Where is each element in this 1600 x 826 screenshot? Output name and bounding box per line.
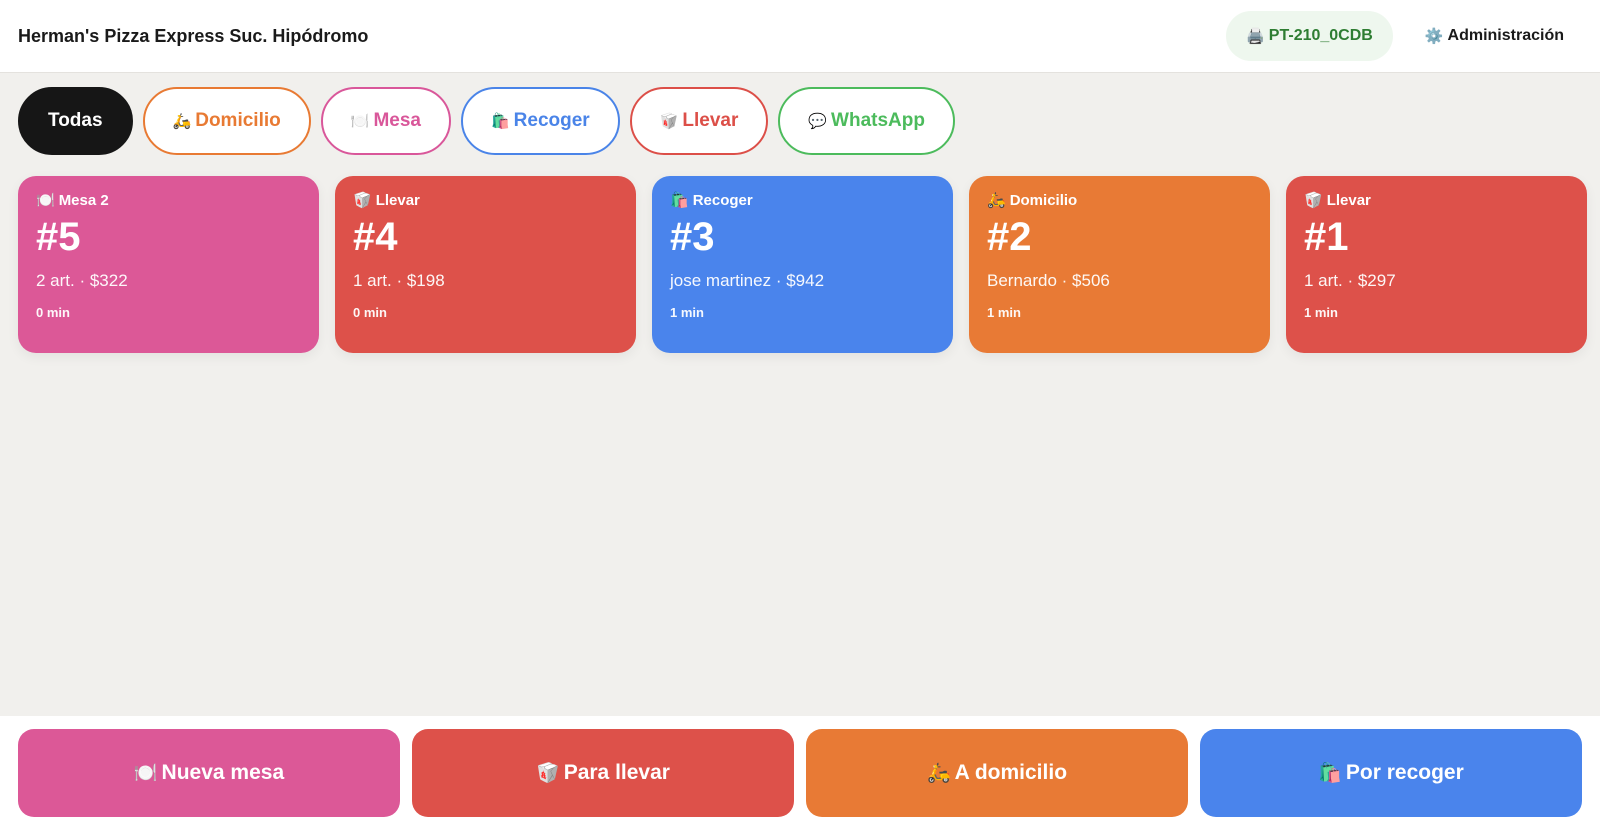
order-number: #1 (1304, 215, 1349, 259)
action-label: Nueva mesa (161, 761, 285, 784)
scooter-icon: 🛵 (926, 762, 951, 784)
takeout-box-icon: 🥡 (536, 762, 560, 784)
filter-label: Domicilio (195, 110, 281, 131)
order-number: #2 (987, 215, 1032, 259)
pickup-button[interactable]: 🛍️ Por recoger (1200, 729, 1582, 817)
order-type-label: Llevar (1326, 192, 1371, 209)
plate-icon: 🍽️ (350, 112, 370, 130)
order-card[interactable]: 🛍️ Recoger #3 jose martinez · $942 1 min (652, 176, 953, 353)
order-time: 0 min (36, 305, 70, 320)
order-number: #4 (353, 215, 398, 259)
printer-label: PT-210_0CDB (1268, 27, 1373, 44)
takeout-button[interactable]: 🥡 Para llevar (412, 729, 794, 817)
takeout-box-icon: 🥡 (353, 192, 372, 209)
order-time: 0 min (353, 305, 387, 320)
order-time: 1 min (670, 305, 704, 320)
top-bar: Herman's Pizza Express Suc. Hipódromo 🖨️… (0, 0, 1600, 73)
order-detail: jose martinez · $942 (670, 271, 825, 290)
printer-button[interactable]: 🖨️ PT-210_0CDB (1226, 11, 1393, 61)
scooter-icon: 🛵 (987, 192, 1006, 209)
plate-icon: 🍽️ (133, 762, 158, 784)
order-type-label: Domicilio (1009, 192, 1078, 209)
takeout-box-icon: 🥡 (659, 112, 679, 130)
shopping-bag-icon: 🛍️ (490, 112, 510, 130)
order-type-label: Llevar (375, 192, 420, 209)
filter-todas[interactable]: Todas (18, 87, 133, 155)
filter-mesa[interactable]: 🍽️ Mesa (320, 87, 451, 155)
order-detail: 1 art. · $297 (1304, 271, 1396, 290)
filter-domicilio[interactable]: 🛵 Domicilio (142, 87, 311, 155)
action-label: A domicilio (954, 761, 1068, 784)
scooter-icon: 🛵 (172, 112, 192, 130)
order-type: 🥡 Llevar (1304, 192, 1569, 209)
order-detail: 2 art. · $322 (36, 271, 128, 290)
filter-label: Recoger (513, 110, 590, 131)
order-type-label: Recoger (692, 192, 753, 209)
order-number: #3 (670, 215, 715, 259)
filter-tabs: Todas 🛵 Domicilio 🍽️ Mesa 🛍️ Recoger 🥡 Llevar 💬 Wh… (18, 87, 955, 155)
action-label: Para llevar (563, 761, 670, 784)
order-time: 1 min (987, 305, 1021, 320)
top-right-controls: 🖨️ PT-210_0CDB ⚙️ Administración (1226, 11, 1582, 61)
chat-bubble-icon: 💬 (808, 112, 828, 130)
order-type: 🛵 Domicilio (987, 192, 1252, 209)
store-title: Herman's Pizza Express Suc. Hipódromo (18, 25, 369, 46)
order-detail: 1 art. · $198 (353, 271, 445, 290)
filter-llevar[interactable]: 🥡 Llevar (629, 87, 769, 155)
order-type-label: Mesa 2 (58, 192, 109, 209)
order-number: #5 (36, 215, 81, 259)
admin-button[interactable]: ⚙️ Administración (1407, 11, 1582, 61)
shopping-bag-icon: 🛍️ (1318, 762, 1342, 784)
order-cards: 🍽️ Mesa 2 #5 2 art. · $322 0 min 🥡 Llevar #4 1 a… (18, 176, 1587, 353)
new-table-button[interactable]: 🍽️ Nueva mesa (18, 729, 400, 817)
filter-label: Llevar (682, 110, 739, 131)
shopping-bag-icon: 🛍️ (670, 192, 689, 209)
order-card[interactable]: 🍽️ Mesa 2 #5 2 art. · $322 0 min (18, 176, 319, 353)
filter-label: WhatsApp (831, 110, 925, 131)
plate-icon: 🍽️ (36, 192, 55, 209)
order-type: 🛍️ Recoger (670, 192, 935, 209)
action-label: Por recoger (1345, 761, 1464, 784)
admin-label: Administración (1447, 27, 1564, 44)
order-card[interactable]: 🛵 Domicilio #2 Bernardo · $506 1 min (969, 176, 1270, 353)
order-time: 1 min (1304, 305, 1338, 320)
action-bar: 🍽️ Nueva mesa 🥡 Para llevar 🛵 A domicilio 🛍️ Po… (0, 716, 1600, 826)
printer-icon: 🖨️ (1246, 27, 1265, 45)
gear-icon: ⚙️ (1424, 27, 1444, 45)
order-card[interactable]: 🥡 Llevar #4 1 art. · $198 0 min (335, 176, 636, 353)
filter-label: Mesa (373, 110, 421, 131)
filter-recoger[interactable]: 🛍️ Recoger (460, 87, 620, 155)
order-card[interactable]: 🥡 Llevar #1 1 art. · $297 1 min (1286, 176, 1587, 353)
filter-whatsapp[interactable]: 💬 WhatsApp (778, 87, 955, 155)
delivery-button[interactable]: 🛵 A domicilio (806, 729, 1188, 817)
filter-label: Todas (48, 110, 103, 131)
order-type: 🥡 Llevar (353, 192, 618, 209)
order-type: 🍽️ Mesa 2 (36, 192, 301, 209)
takeout-box-icon: 🥡 (1304, 192, 1323, 209)
order-detail: Bernardo · $506 (987, 271, 1110, 290)
